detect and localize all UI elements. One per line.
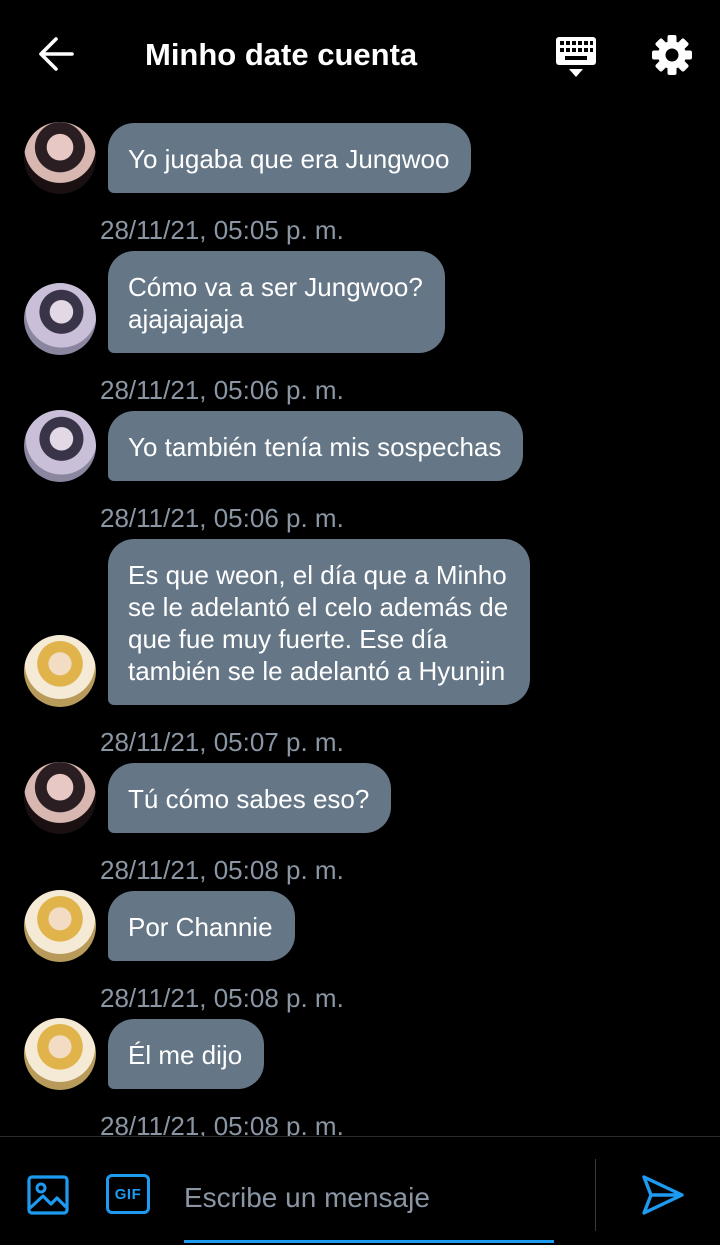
message-input[interactable]: [184, 1167, 554, 1243]
message-timestamp: 28/11/21, 05:06 p. m.: [100, 375, 344, 405]
settings-button[interactable]: [650, 33, 694, 77]
keyboard-icon: [556, 37, 596, 77]
message-timestamp: 28/11/21, 05:06 p. m.: [100, 503, 344, 533]
avatar[interactable]: [24, 122, 96, 194]
message-composer: GIF: [0, 1136, 720, 1245]
divider: [595, 1159, 596, 1231]
chat-screen: Minho date cuenta Yo jugaba que era Jung…: [0, 0, 720, 1245]
avatar[interactable]: [24, 635, 96, 707]
send-button[interactable]: [640, 1173, 686, 1217]
message-bubble[interactable]: Es que weon, el día que a Minho se le ad…: [108, 539, 531, 705]
message-bubble[interactable]: Yo también tenía mis sospechas: [108, 411, 524, 481]
message-bubble[interactable]: Cómo va a ser Jungwoo? ajajajajaja: [108, 251, 445, 353]
message-bubble[interactable]: Él me dijo: [108, 1019, 265, 1089]
gif-button[interactable]: GIF: [106, 1174, 150, 1214]
avatar[interactable]: [24, 1018, 96, 1090]
chat-header: Minho date cuenta: [0, 0, 720, 110]
gif-label: GIF: [114, 1185, 142, 1203]
image-icon: [27, 1175, 69, 1215]
message-timestamp: 28/11/21, 05:08 p. m.: [100, 855, 344, 885]
message-timestamp: 28/11/21, 05:07 p. m.: [100, 727, 344, 757]
send-icon: [642, 1175, 684, 1215]
keyboard-button[interactable]: [552, 34, 600, 80]
avatar[interactable]: [24, 283, 96, 355]
message-bubble[interactable]: Tú cómo sabes eso?: [108, 763, 392, 833]
message-timestamp: 28/11/21, 05:08 p. m.: [100, 1111, 344, 1136]
message-list[interactable]: Yo jugaba que era Jungwoo 28/11/21, 05:0…: [0, 110, 720, 1136]
avatar[interactable]: [24, 890, 96, 962]
arrow-left-icon: [39, 37, 74, 71]
gear-icon: [652, 35, 692, 75]
attach-image-button[interactable]: [26, 1174, 70, 1216]
message-timestamp: 28/11/21, 05:05 p. m.: [100, 215, 344, 245]
message-bubble[interactable]: Por Channie: [108, 891, 295, 961]
message-bubble[interactable]: Yo jugaba que era Jungwoo: [108, 123, 472, 193]
message-timestamp: 28/11/21, 05:08 p. m.: [100, 983, 344, 1013]
avatar[interactable]: [24, 410, 96, 482]
back-button[interactable]: [36, 34, 76, 74]
conversation-title: Minho date cuenta: [145, 37, 418, 72]
avatar[interactable]: [24, 762, 96, 834]
